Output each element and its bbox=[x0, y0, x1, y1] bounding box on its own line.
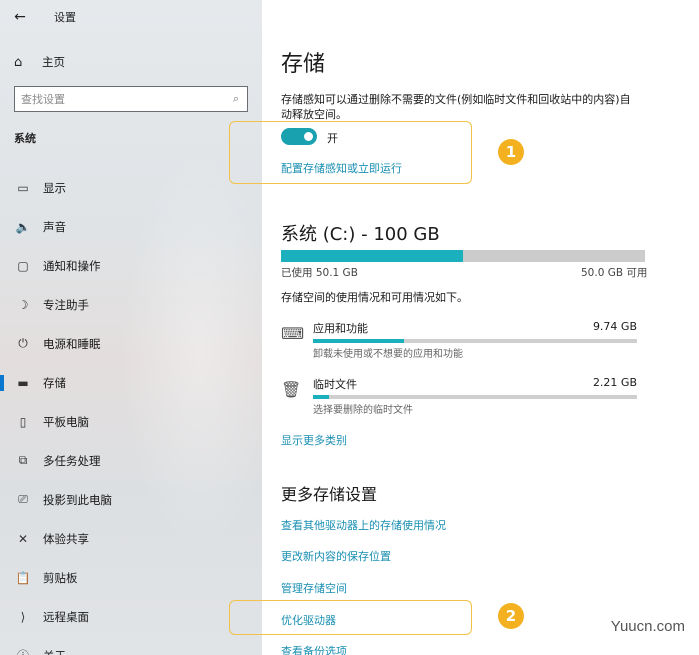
storage-sense-description: 存储感知可以通过删除不需要的文件(例如临时文件和回收站中的内容)自动释放空间。 bbox=[281, 93, 631, 121]
focus-assist-icon: ☽ bbox=[17, 297, 29, 312]
nav-list: ▭ 显示 🔈 声音 ▢ 通知和操作 ☽ 专注助手 ⏻ 电源和睡眠 ▬ 存储 ▯ 平板电脑 ⧉ 多任务处理 ⎚ 投影… bbox=[0, 168, 262, 655]
main-content: 存储 存储感知可以通过删除不需要的文件(例如临时文件和回收站中的内容)自动释放空… bbox=[229, 0, 699, 655]
manage-storage-spaces-link[interactable]: 管理存储空间 bbox=[281, 580, 347, 596]
sidebar: ← 设置 ⌂ 主页 ⌕ 系统 ▭ 显示 🔈 声音 ▢ 通知和操作 ☽ 专注助手 ⏻ 电源和睡眠 ▬ 存… bbox=[0, 0, 262, 655]
sidebar-item-label: 声音 bbox=[43, 219, 66, 234]
drive-title: 系统 (C:) - 100 GB bbox=[281, 224, 440, 245]
highlight-box-2 bbox=[229, 600, 472, 635]
shared-experiences-icon: ✕ bbox=[17, 531, 29, 546]
sidebar-item-label: 多任务处理 bbox=[43, 453, 101, 468]
sidebar-item-9[interactable]: ✕ 体验共享 bbox=[0, 519, 262, 558]
sidebar-item-7[interactable]: ⧉ 多任务处理 bbox=[0, 441, 262, 480]
sidebar-item-label: 专注助手 bbox=[43, 297, 89, 312]
sidebar-item-6[interactable]: ▯ 平板电脑 bbox=[0, 402, 262, 441]
drive-usage-fill bbox=[281, 250, 464, 262]
home-icon: ⌂ bbox=[14, 54, 23, 70]
category-name: 应用和功能 bbox=[313, 322, 368, 335]
sidebar-item-label: 通知和操作 bbox=[43, 258, 101, 273]
storage-icon: ▬ bbox=[17, 375, 29, 390]
notification-icon: ▢ bbox=[17, 258, 29, 273]
sidebar-item-label: 关于 bbox=[43, 648, 66, 655]
change-save-location-link[interactable]: 更改新内容的保存位置 bbox=[281, 548, 391, 564]
sidebar-item-label: 显示 bbox=[43, 180, 66, 195]
annotation-badge-1: 1 bbox=[498, 139, 524, 165]
annotation-badge-2: 2 bbox=[498, 603, 524, 629]
show-more-categories-link[interactable]: 显示更多类别 bbox=[281, 432, 347, 448]
display-icon: ▭ bbox=[17, 180, 29, 195]
about-icon: ⓘ bbox=[15, 647, 31, 655]
back-button[interactable]: ← bbox=[0, 2, 40, 32]
category-bar-fill bbox=[313, 339, 404, 343]
section-label: 系统 bbox=[14, 132, 36, 145]
power-icon: ⏻ bbox=[18, 336, 28, 350]
sidebar-item-label: 电源和睡眠 bbox=[43, 336, 101, 351]
remote-desktop-icon: ⟩ bbox=[20, 609, 26, 624]
sidebar-item-1[interactable]: 🔈 声音 bbox=[0, 207, 262, 246]
watermark: Yuucn.com bbox=[610, 618, 685, 635]
clipboard-icon: 📋 bbox=[15, 570, 31, 585]
drive-usage-bar bbox=[281, 250, 645, 262]
category-temp-files[interactable]: 🗑 临时文件 2.21 GB 选择要删除的临时文件 bbox=[281, 376, 637, 416]
project-icon: ⎚ bbox=[18, 492, 28, 506]
category-bar bbox=[313, 395, 637, 399]
back-arrow-icon: ← bbox=[14, 9, 26, 25]
sidebar-item-label: 剪贴板 bbox=[43, 570, 78, 585]
window-title: 设置 bbox=[54, 11, 76, 24]
page-title: 存储 bbox=[281, 52, 326, 77]
category-bar bbox=[313, 339, 637, 343]
apps-icon: ⌨ bbox=[281, 324, 305, 343]
category-size: 9.74 GB bbox=[592, 320, 637, 333]
home-label: 主页 bbox=[42, 55, 65, 69]
drive-used-label: 已使用 50.1 GB bbox=[281, 267, 358, 279]
other-drives-usage-link[interactable]: 查看其他驱动器上的存储使用情况 bbox=[281, 517, 446, 533]
search-input[interactable] bbox=[15, 92, 225, 106]
home-nav-item[interactable]: ⌂ 主页 bbox=[14, 52, 65, 72]
sidebar-item-2[interactable]: ▢ 通知和操作 bbox=[0, 246, 262, 285]
sidebar-item-label: 平板电脑 bbox=[43, 414, 89, 429]
category-name: 临时文件 bbox=[313, 378, 357, 391]
category-apps[interactable]: ⌨ 应用和功能 9.74 GB 卸载未使用或不想要的应用和功能 bbox=[281, 320, 637, 360]
search-icon[interactable]: ⌕ bbox=[225, 92, 247, 106]
sidebar-item-label: 存储 bbox=[43, 375, 66, 390]
sidebar-item-8[interactable]: ⎚ 投影到此电脑 bbox=[0, 480, 262, 519]
highlight-box-1 bbox=[229, 121, 472, 184]
trash-icon: 🗑 bbox=[281, 380, 302, 399]
sidebar-item-label: 体验共享 bbox=[43, 531, 89, 546]
title-bar: ← 设置 bbox=[0, 0, 262, 34]
sidebar-item-4[interactable]: ⏻ 电源和睡眠 bbox=[0, 324, 262, 363]
category-subtitle: 选择要删除的临时文件 bbox=[313, 405, 413, 416]
usage-description: 存储空间的使用情况和可用情况如下。 bbox=[281, 291, 468, 304]
sidebar-item-0[interactable]: ▭ 显示 bbox=[0, 168, 262, 207]
multitasking-icon: ⧉ bbox=[18, 453, 28, 467]
category-subtitle: 卸载未使用或不想要的应用和功能 bbox=[313, 349, 463, 360]
sidebar-item-12[interactable]: ⓘ 关于 bbox=[0, 636, 262, 655]
sidebar-item-label: 远程桌面 bbox=[43, 609, 89, 624]
sidebar-item-11[interactable]: ⟩ 远程桌面 bbox=[0, 597, 262, 636]
backup-options-link[interactable]: 查看备份选项 bbox=[281, 643, 347, 655]
more-settings-title: 更多存储设置 bbox=[281, 485, 378, 504]
sidebar-item-label: 投影到此电脑 bbox=[43, 492, 112, 507]
sidebar-item-3[interactable]: ☽ 专注助手 bbox=[0, 285, 262, 324]
category-size: 2.21 GB bbox=[592, 376, 637, 389]
search-box[interactable]: ⌕ bbox=[14, 86, 248, 112]
drive-free-label: 50.0 GB 可用 bbox=[581, 267, 648, 279]
category-bar-fill bbox=[313, 395, 330, 399]
sidebar-item-10[interactable]: 📋 剪贴板 bbox=[0, 558, 262, 597]
sidebar-item-5[interactable]: ▬ 存储 bbox=[0, 363, 262, 402]
sound-icon: 🔈 bbox=[15, 219, 31, 234]
tablet-icon: ▯ bbox=[19, 414, 27, 429]
